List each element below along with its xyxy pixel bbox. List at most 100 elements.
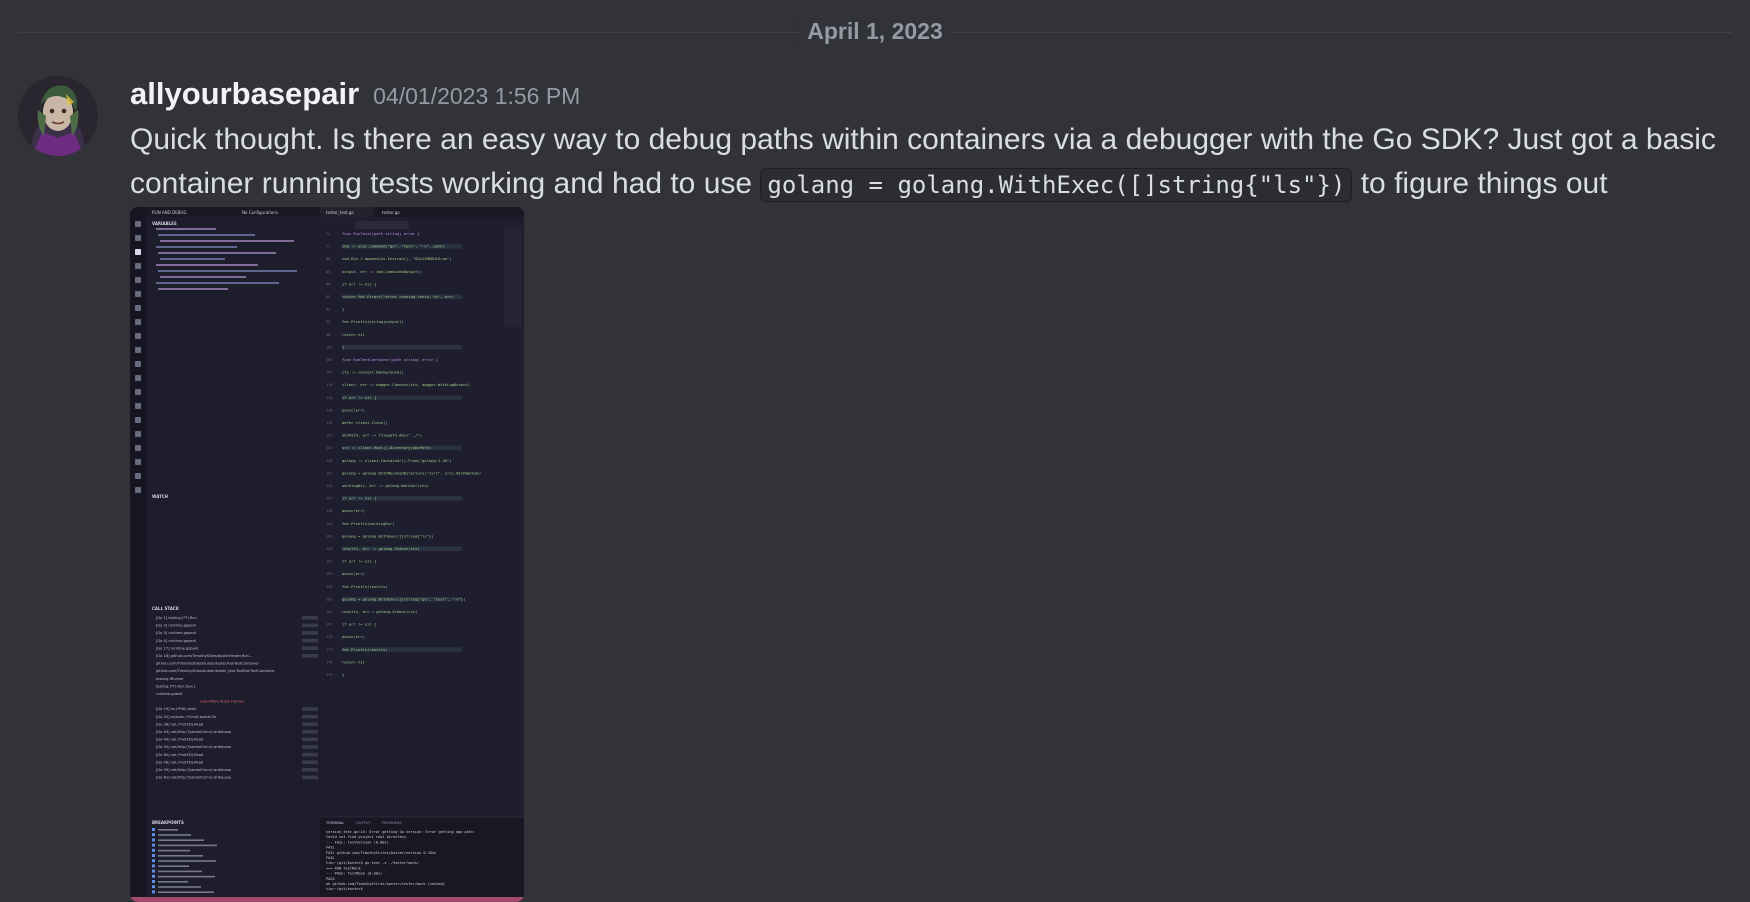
sidebar-panel (146, 207, 320, 902)
paused-badge (302, 654, 318, 658)
code-line: cmd.Env = append(os.Environ(), "GO111MOD… (342, 256, 452, 261)
breakpoint-checkbox (152, 843, 155, 847)
breakpoint-checkbox (152, 848, 155, 852)
activity-icon (135, 473, 141, 479)
message-content: Quick thought. Is there an easy way to d… (130, 118, 1740, 207)
breakpoint-line (158, 839, 204, 841)
breakpoint-line (158, 844, 217, 847)
paused-badge (302, 745, 318, 749)
line-number: 152 (326, 560, 333, 564)
line-number: 104 (326, 358, 333, 362)
call-stack-frame: [Go 60] net.(*netFD).Read (156, 753, 203, 757)
activity-icon (135, 361, 141, 367)
activity-icon (135, 389, 141, 395)
breakpoint-line (158, 849, 190, 852)
paused-badge (302, 623, 318, 628)
paused-badge (302, 638, 318, 643)
section-call-stack: CALL STACK (152, 606, 180, 611)
call-stack-frame: [Go 17] runtime.gopark (156, 646, 199, 650)
breakpoint-line (158, 865, 189, 867)
variable-line (158, 252, 276, 254)
code-line: results, err = golang.Stdout(ctx) (342, 609, 417, 614)
breakpoint-line (158, 881, 188, 883)
username[interactable]: allyourbasepair (130, 76, 359, 112)
line-number: 125 (326, 446, 333, 450)
breakpoint-line (158, 886, 201, 888)
breakpoint-line (158, 855, 203, 857)
line-number: 107 (326, 371, 333, 375)
activity-icon (135, 487, 141, 493)
terminal-line: === RUN TestMock (326, 866, 361, 870)
code-line: fmt.Println(results) (342, 647, 388, 652)
avatar-image (18, 76, 98, 156)
breakpoint-line (158, 829, 178, 831)
line-number: 167 (326, 623, 333, 627)
inline-code: golang = golang.WithExec([]string{"ls"}) (760, 168, 1353, 202)
code-line: if err != nil { (342, 496, 376, 501)
line-number: 164 (326, 610, 333, 614)
code-line: if err != nil { (342, 559, 376, 564)
code-line: } (342, 344, 344, 349)
paused-badge (302, 775, 318, 780)
line-number: 92 (326, 308, 330, 312)
message-timestamp[interactable]: 04/01/2023 1:56 PM (373, 83, 580, 110)
code-line: golang = golang.WithExec([]string{"go", … (342, 596, 465, 601)
line-number: 98 (326, 333, 330, 337)
activity-icon (135, 249, 141, 255)
message-text-after: to figure things out (1352, 167, 1608, 200)
line-number: 113 (326, 396, 333, 400)
activity-icon (135, 305, 141, 311)
activity-icon (135, 445, 141, 451)
code-line: func RunTestContainer(path string) error… (342, 357, 438, 362)
paused-badge (302, 730, 318, 734)
variable-line (156, 246, 237, 248)
code-line: return nil (342, 332, 365, 337)
code-line: workingDir, err := golang.Workdir(ctx) (342, 483, 429, 488)
activity-icon (135, 221, 141, 227)
code-line: panic(err) (342, 571, 365, 576)
activity-icon (135, 263, 141, 269)
paused-badge (302, 722, 318, 726)
variable-line (158, 288, 228, 290)
run-and-debug-title: RUN AND DEBUG (152, 210, 186, 215)
line-number: 143 (326, 522, 333, 526)
line-number: 176 (326, 660, 333, 664)
user-avatar[interactable] (18, 76, 98, 156)
code-line: fmt.Println(results) (342, 584, 388, 589)
terminal-line: tim:~/git/buster$ (326, 887, 363, 891)
variable-line (158, 270, 297, 272)
breakpoint-checkbox (152, 854, 155, 857)
code-line: src := client.Host().Directory(absPath) (342, 445, 431, 450)
call-stack-frame: [Go 43] net/http.(*persistConn).writeLoo… (156, 730, 232, 734)
code-line: golang = golang.WithMountedDirectory("/s… (342, 470, 482, 475)
variable-line (160, 258, 225, 260)
code-line: client, err := dagger.Connect(ctx, dagge… (342, 382, 470, 387)
code-line: fmt.Println(workingDir) (342, 521, 395, 526)
breakpoint-line (158, 875, 215, 878)
terminal-line: FAIL (326, 846, 335, 850)
code-line: return fmt.Errorf("error running tests: … (342, 294, 454, 299)
variable-line (160, 276, 246, 278)
terminal-line: version_test.go:15: Error getting Go ver… (326, 830, 475, 834)
section-watch: WATCH (152, 494, 168, 499)
terminal-line: PASS (326, 877, 335, 881)
activity-icon (135, 319, 141, 325)
line-number: 86 (326, 282, 330, 286)
call-stack-frame: [Go 2] runtime.gopark (156, 624, 197, 628)
line-number: 137 (326, 497, 333, 501)
variable-line (158, 234, 255, 236)
activity-icon (135, 403, 141, 409)
activity-icon (135, 375, 141, 381)
activity-icon (135, 291, 141, 297)
call-stack-frame: [Go 61] net/http.(*persistConn).writeLoo… (156, 776, 232, 780)
call-stack-frame: [Go 18] github.com/TimothyStiles/buster/… (156, 654, 252, 658)
activity-icon (135, 417, 141, 423)
line-number: 155 (326, 572, 333, 576)
call-stack-frame: [Go 3] runtime.gopark (156, 631, 197, 635)
breakpoint-checkbox (152, 838, 155, 842)
tab-tester-test: tester_test.go (326, 210, 354, 215)
vscode-screenshot: RUN AND DEBUG No Configurations VARIABLE… (130, 207, 524, 902)
image-attachment[interactable]: RUN AND DEBUG No Configurations VARIABLE… (130, 207, 524, 902)
code-line: panic(err) (342, 407, 365, 412)
activity-icon (135, 235, 141, 241)
